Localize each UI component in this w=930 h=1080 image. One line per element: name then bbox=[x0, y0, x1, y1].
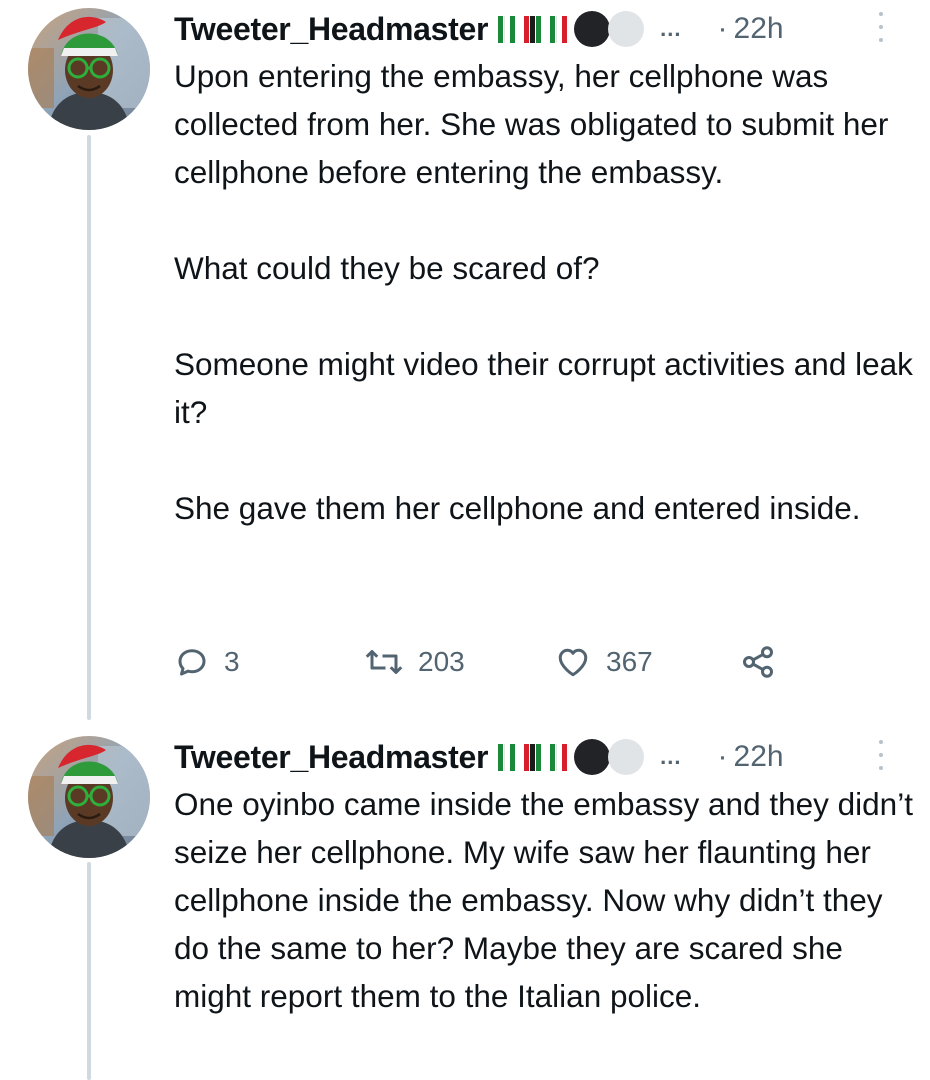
tweet-header: Tweeter_Headmaster ... · 22h bbox=[174, 735, 784, 779]
timestamp[interactable]: 22h bbox=[734, 740, 784, 774]
like-button[interactable]: 367 bbox=[554, 640, 653, 684]
tweet-text: Upon entering the embassy, her cellphone… bbox=[174, 52, 914, 532]
tweet-paragraph: Someone might video their corrupt activi… bbox=[174, 346, 913, 430]
tweet-paragraph: She gave them her cellphone and entered … bbox=[174, 490, 861, 526]
time-separator: · bbox=[717, 740, 728, 773]
more-options-icon[interactable] bbox=[876, 12, 886, 42]
username[interactable]: Tweeter_Headmaster bbox=[174, 739, 488, 776]
share-button[interactable] bbox=[740, 640, 776, 684]
black-circle-icon bbox=[574, 739, 611, 775]
timestamp[interactable]: 22h bbox=[734, 12, 784, 46]
tweet-paragraph: One oyinbo came inside the embassy and t… bbox=[174, 786, 913, 1014]
avatar[interactable] bbox=[28, 8, 150, 130]
retweet-icon bbox=[365, 650, 403, 674]
avatar[interactable] bbox=[28, 736, 150, 858]
tweet-header: Tweeter_Headmaster ... · 22h bbox=[174, 7, 784, 51]
tweet-actions: 3 203 367 bbox=[174, 640, 794, 684]
tweet-text: One oyinbo came inside the embassy and t… bbox=[174, 780, 914, 1020]
name-truncation: ... bbox=[660, 16, 682, 41]
black-circle-icon bbox=[574, 11, 611, 47]
like-icon bbox=[558, 648, 588, 677]
name-truncation: ... bbox=[660, 744, 682, 769]
username[interactable]: Tweeter_Headmaster bbox=[174, 11, 488, 48]
reply-icon bbox=[178, 649, 206, 676]
flag-emojis bbox=[498, 739, 645, 775]
more-options-icon[interactable] bbox=[876, 740, 886, 770]
reply-count: 3 bbox=[224, 646, 240, 677]
reply-button[interactable]: 3 bbox=[174, 640, 240, 684]
tweet-paragraph: What could they be scared of? bbox=[174, 250, 600, 286]
white-circle-icon bbox=[608, 11, 645, 47]
time-separator: · bbox=[717, 12, 728, 45]
retweet-button[interactable]: 203 bbox=[364, 640, 465, 684]
white-circle-icon bbox=[608, 739, 645, 775]
thread-connector-line bbox=[87, 862, 91, 1080]
like-count: 367 bbox=[606, 646, 653, 677]
thread-connector-line bbox=[87, 135, 91, 720]
flag-emojis bbox=[498, 11, 645, 47]
tweet-paragraph: Upon entering the embassy, her cellphone… bbox=[174, 58, 889, 190]
share-icon bbox=[743, 646, 773, 678]
retweet-count: 203 bbox=[418, 646, 465, 677]
